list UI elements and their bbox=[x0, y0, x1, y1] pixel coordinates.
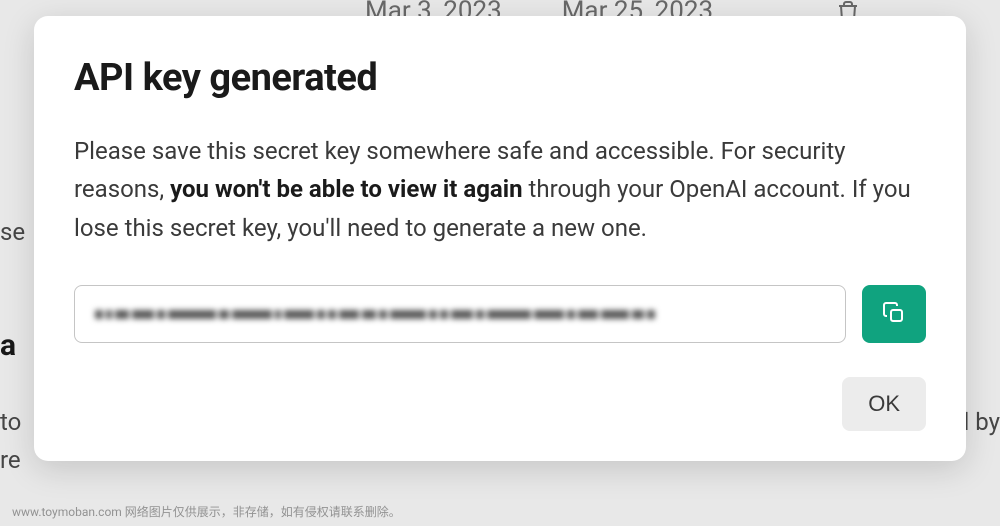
modal-title: API key generated bbox=[74, 56, 926, 100]
api-key-blurred-value bbox=[95, 304, 825, 324]
api-key-modal: API key generated Please save this secre… bbox=[34, 16, 966, 461]
ok-button[interactable]: OK bbox=[842, 377, 926, 431]
api-key-row bbox=[74, 285, 926, 343]
modal-message: Please save this secret key somewhere sa… bbox=[74, 132, 926, 247]
message-text-bold: you won't be able to view it again bbox=[170, 175, 522, 203]
copy-button[interactable] bbox=[862, 285, 926, 343]
api-key-field[interactable] bbox=[74, 285, 846, 343]
modal-footer: OK bbox=[74, 377, 926, 431]
copy-icon bbox=[882, 301, 906, 328]
